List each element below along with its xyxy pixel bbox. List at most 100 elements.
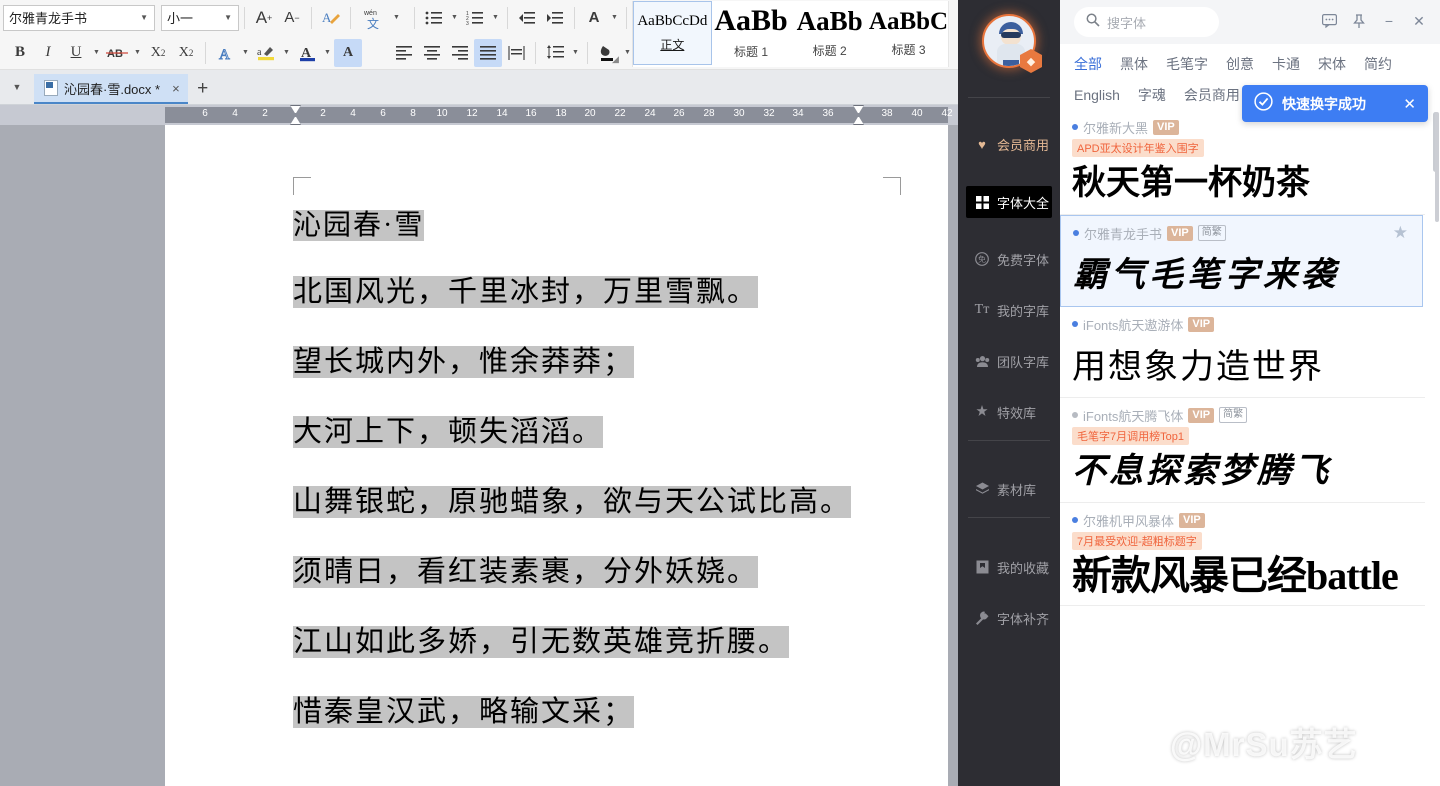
document-canvas[interactable]: 沁园春·雪 北国风光，千里冰封，万里雪飘。 望长城内外，惟余莽莽； 大河上下，顿… xyxy=(0,125,958,786)
category-tab-cartoon[interactable]: 卡通 xyxy=(1272,54,1300,74)
feedback-icon[interactable] xyxy=(1316,8,1342,34)
strikethrough-button[interactable]: AB xyxy=(103,39,131,67)
style-gallery[interactable]: AaBbCcDd 正文 AaBb 标题 1 AaBb 标题 2 AaBbC 标题… xyxy=(632,1,948,67)
font-sample-text[interactable]: 不息探索梦腾飞 xyxy=(1072,446,1425,498)
font-size-combo[interactable]: 小一 ▼ xyxy=(161,5,239,31)
chevron-down-icon[interactable]: ▼ xyxy=(321,39,334,67)
toast-close-icon[interactable]: ✕ xyxy=(1403,95,1416,113)
font-sample-text[interactable]: 秋天第一杯奶茶 xyxy=(1072,158,1425,210)
font-sample-text[interactable]: 霸气毛笔字来袭 xyxy=(1073,250,1422,302)
sidebar-item-team-fonts[interactable]: 团队字库 xyxy=(966,345,1052,377)
distribute-text-icon[interactable] xyxy=(502,39,530,67)
number-list-icon[interactable]: 123 xyxy=(461,4,489,32)
decrease-indent-icon[interactable] xyxy=(513,4,541,32)
increase-indent-icon[interactable] xyxy=(541,4,569,32)
close-icon[interactable]: × xyxy=(172,81,180,96)
document-tab[interactable]: 沁园春·雪.docx * × xyxy=(34,74,188,104)
font-card[interactable]: 尔雅机甲风暴体 VIP 7月最受欢迎-超粗标题字 新款风暴已经battle xyxy=(1060,503,1425,606)
font-sample-text[interactable]: 用想象力造世界 xyxy=(1072,341,1425,393)
category-tab-brush[interactable]: 毛笔字 xyxy=(1166,54,1208,74)
sidebar-item-my-fonts[interactable]: Tт 我的字库 xyxy=(966,294,1052,326)
category-tab-creative[interactable]: 创意 xyxy=(1226,54,1254,74)
font-family-combo[interactable]: 尔雅青龙手书 ▼ xyxy=(3,5,155,31)
sidebar-item-free-fonts[interactable]: 免 免费字体 xyxy=(966,243,1052,275)
tab-list-chevron-icon[interactable]: ▼ xyxy=(0,70,34,104)
text-effects-icon[interactable]: A xyxy=(580,4,608,32)
sidebar-item-material-library[interactable]: 素材库 xyxy=(966,473,1052,505)
pin-icon[interactable] xyxy=(1346,8,1372,34)
category-tab-zihun[interactable]: 字魂 xyxy=(1138,85,1166,105)
ruler-tick: 20 xyxy=(584,108,595,119)
category-tab-minimal[interactable]: 简约 xyxy=(1364,54,1392,74)
text-outline-icon[interactable]: A xyxy=(211,39,239,67)
category-tab-heiti[interactable]: 黑体 xyxy=(1120,54,1148,74)
minimize-button[interactable]: − xyxy=(1376,8,1402,34)
search-input[interactable]: 搜字体 xyxy=(1074,7,1219,37)
align-right-icon[interactable] xyxy=(446,39,474,67)
bullet-list-icon[interactable] xyxy=(420,4,448,32)
underline-button[interactable]: U xyxy=(62,39,90,67)
document-page[interactable]: 沁园春·雪 北国风光，千里冰封，万里雪飘。 望长城内外，惟余莽莽； 大河上下，顿… xyxy=(165,125,948,786)
chevron-down-icon[interactable]: ▼ xyxy=(489,4,502,32)
category-tab-member-commercial[interactable]: 会员商用 xyxy=(1184,85,1240,105)
font-dialog-launcher[interactable]: ◢ xyxy=(612,54,619,65)
align-justify-icon[interactable] xyxy=(474,39,502,67)
document-line-text: 沁园春·雪 xyxy=(293,210,424,241)
chevron-down-icon[interactable]: ▼ xyxy=(608,4,621,32)
left-indent-marker[interactable] xyxy=(290,105,299,125)
font-card[interactable]: iFonts航天腾飞体 VIP 简繁 毛笔字7月调用榜Top1 不息探索梦腾飞 xyxy=(1060,398,1425,503)
chevron-down-icon[interactable]: ▼ xyxy=(131,39,144,67)
style-item-heading1[interactable]: AaBb 标题 1 xyxy=(712,1,791,65)
style-item-heading2[interactable]: AaBb 标题 2 xyxy=(790,1,869,65)
font-name: 尔雅新大黑 xyxy=(1083,118,1148,137)
grow-font-button[interactable]: A+ xyxy=(250,4,278,32)
chevron-down-icon[interactable]: ▼ xyxy=(390,4,403,32)
category-tab-songti[interactable]: 宋体 xyxy=(1318,54,1346,74)
new-tab-button[interactable]: + xyxy=(188,74,218,104)
sidebar-item-my-favorites[interactable]: 我的收藏 xyxy=(966,551,1052,583)
font-list[interactable]: 尔雅新大黑 VIP APD亚太设计年鉴入围字 秋天第一杯奶茶 尔雅青龙手书 VI… xyxy=(1060,110,1440,786)
superscript-button[interactable]: X2 xyxy=(144,39,172,67)
font-card[interactable]: 尔雅新大黑 VIP APD亚太设计年鉴入围字 秋天第一杯奶茶 xyxy=(1060,110,1425,215)
style-item-heading3[interactable]: AaBbC 标题 3 xyxy=(869,1,948,65)
favorite-star-icon[interactable]: ★ xyxy=(1393,223,1408,243)
document-body[interactable]: 沁园春·雪 北国风光，千里冰封，万里雪飘。 望长城内外，惟余莽莽； 大河上下，顿… xyxy=(293,195,893,747)
align-center-icon[interactable] xyxy=(418,39,446,67)
chevron-down-icon[interactable]: ▼ xyxy=(569,39,582,67)
line-spacing-icon[interactable] xyxy=(541,39,569,67)
phonetic-guide-icon[interactable]: wén文 xyxy=(356,4,390,32)
font-color-icon[interactable]: A xyxy=(293,39,321,67)
panel-scrollbar[interactable] xyxy=(1435,112,1439,222)
subscript-button[interactable]: X2 xyxy=(172,39,200,67)
sidebar-item-member-commercial[interactable]: ♥ 会员商用 xyxy=(966,128,1052,160)
search-icon xyxy=(1086,13,1100,32)
style-gallery-scrollbar[interactable] xyxy=(948,1,958,67)
font-sample-text[interactable]: 新款风暴已经battle xyxy=(1072,551,1425,601)
chevron-down-icon[interactable]: ▼ xyxy=(448,4,461,32)
chevron-down-icon[interactable]: ▼ xyxy=(239,39,252,67)
highlight-color-icon[interactable]: a xyxy=(252,39,280,67)
ruler-tick: 8 xyxy=(410,108,416,119)
close-button[interactable]: ✕ xyxy=(1406,8,1432,34)
sidebar-item-font-completion[interactable]: 字体补齐 xyxy=(966,602,1052,634)
font-card[interactable]: iFonts航天遨游体 VIP 用想象力造世界 xyxy=(1060,307,1425,398)
avatar[interactable]: ◆ xyxy=(982,14,1040,72)
chevron-down-icon[interactable]: ▼ xyxy=(280,39,293,67)
bold-button[interactable]: B xyxy=(6,39,34,67)
font-card[interactable]: 尔雅青龙手书 VIP 简繁 ★ 霸气毛笔字来袭 xyxy=(1060,215,1423,307)
character-shading-button[interactable]: A xyxy=(334,39,362,67)
sidebar-item-effects-library[interactable]: 特效库 xyxy=(966,396,1052,428)
sidebar-item-all-fonts[interactable]: 字体大全 xyxy=(966,186,1052,218)
chevron-down-icon[interactable]: ▼ xyxy=(90,39,103,67)
clear-format-icon[interactable]: A xyxy=(317,4,345,32)
category-tab-all[interactable]: 全部 xyxy=(1074,54,1102,74)
divider xyxy=(968,517,1050,518)
category-tab-english[interactable]: English xyxy=(1074,87,1120,103)
sidebar-item-label: 特效库 xyxy=(997,403,1036,422)
shrink-font-button[interactable]: A− xyxy=(278,4,306,32)
italic-button[interactable]: I xyxy=(34,39,62,67)
right-indent-marker[interactable] xyxy=(853,105,862,125)
document-line: 山舞银蛇，原驰蜡象，欲与天公试比高。 xyxy=(293,467,893,537)
align-left-icon[interactable] xyxy=(390,39,418,67)
style-item-normal[interactable]: AaBbCcDd 正文 xyxy=(633,1,712,65)
